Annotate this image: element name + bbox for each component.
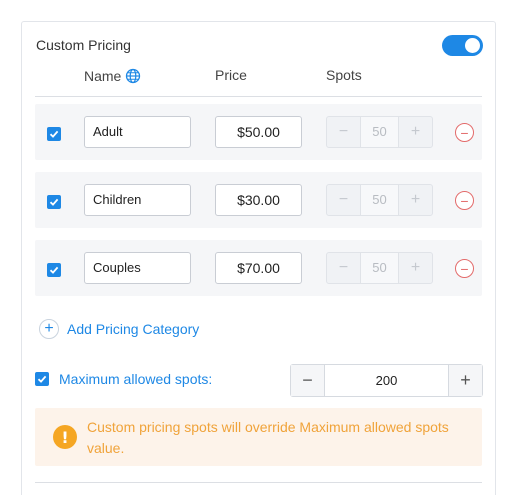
add-pricing-category-label: Add Pricing Category <box>67 321 200 337</box>
column-header-spots: Spots <box>326 67 362 83</box>
exclamation-icon: ! <box>53 425 77 449</box>
decrement-button[interactable]: − <box>327 253 360 283</box>
max-spots-increment-button[interactable]: + <box>449 365 482 396</box>
increment-button[interactable]: + <box>399 117 432 147</box>
category-name-input[interactable]: Children <box>84 184 191 216</box>
custom-pricing-toggle[interactable] <box>442 35 483 56</box>
decrement-button[interactable]: − <box>327 117 360 147</box>
spots-stepper: − 50 + <box>326 116 433 148</box>
pricing-row: Children $30.00 − 50 + − <box>35 172 482 228</box>
row-checkbox[interactable] <box>47 263 61 277</box>
category-price-input[interactable]: $70.00 <box>215 252 302 284</box>
increment-button[interactable]: + <box>399 253 432 283</box>
max-spots-input[interactable]: 200 <box>324 365 449 396</box>
remove-row-button[interactable]: − <box>455 191 474 210</box>
max-spots-checkbox[interactable] <box>35 372 49 386</box>
header-divider <box>35 96 482 97</box>
column-header-name: Name <box>84 68 141 84</box>
spots-stepper: − 50 + <box>326 252 433 284</box>
pricing-row: Couples $70.00 − 50 + − <box>35 240 482 296</box>
category-name-input[interactable]: Couples <box>84 252 191 284</box>
max-spots-label: Maximum allowed spots: <box>59 371 213 387</box>
override-warning-alert: ! Custom pricing spots will override Max… <box>35 408 482 466</box>
decrement-button[interactable]: − <box>327 185 360 215</box>
remove-row-button[interactable]: − <box>455 259 474 278</box>
custom-pricing-card: Custom Pricing Name Price Spots Adult $5… <box>21 21 496 495</box>
category-price-input[interactable]: $50.00 <box>215 116 302 148</box>
toggle-knob <box>465 38 480 53</box>
globe-icon[interactable] <box>125 68 141 84</box>
spots-value[interactable]: 50 <box>360 185 399 215</box>
max-spots-decrement-button[interactable]: − <box>291 365 324 396</box>
remove-row-button[interactable]: − <box>455 123 474 142</box>
spots-stepper: − 50 + <box>326 184 433 216</box>
max-spots-stepper: − 200 + <box>290 364 483 397</box>
plus-icon: + <box>39 319 59 339</box>
category-name-input[interactable]: Adult <box>84 116 191 148</box>
section-title: Custom Pricing <box>36 37 131 53</box>
alert-message: Custom pricing spots will override Maxim… <box>87 419 449 456</box>
spots-value[interactable]: 50 <box>360 117 399 147</box>
row-checkbox[interactable] <box>47 195 61 209</box>
row-checkbox[interactable] <box>47 127 61 141</box>
add-pricing-category-button[interactable]: + Add Pricing Category <box>39 319 199 339</box>
category-price-input[interactable]: $30.00 <box>215 184 302 216</box>
column-header-name-label: Name <box>84 68 122 84</box>
bottom-divider <box>35 482 482 483</box>
column-header-price: Price <box>215 67 247 83</box>
increment-button[interactable]: + <box>399 185 432 215</box>
pricing-row: Adult $50.00 − 50 + − <box>35 104 482 160</box>
spots-value[interactable]: 50 <box>360 253 399 283</box>
